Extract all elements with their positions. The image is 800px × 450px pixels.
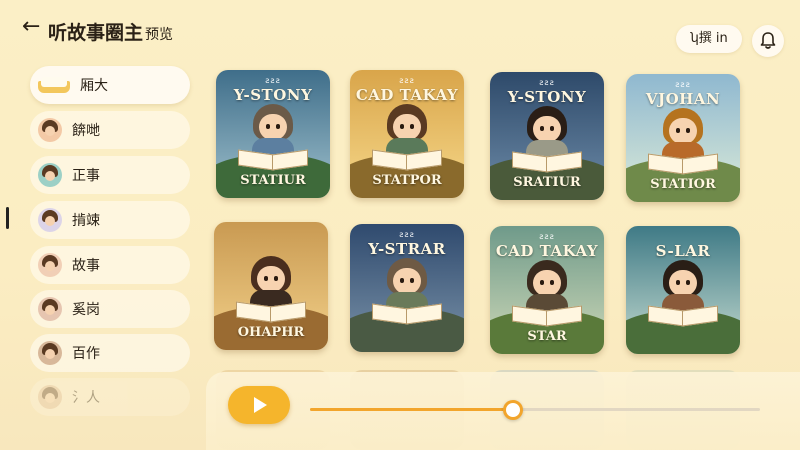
story-card[interactable]: ƨƨƨ CAD TAKAY STAR	[490, 226, 604, 354]
child-face	[533, 270, 561, 296]
avatar	[38, 208, 62, 232]
avatar	[38, 118, 62, 142]
sidebar-item-label: 百作	[72, 346, 100, 362]
card-subtitle: ƨƨƨ	[675, 80, 691, 89]
child-face	[669, 118, 697, 144]
avatar	[38, 341, 62, 365]
card-title: Y-STRAR	[368, 240, 446, 258]
card-subtitle: ƨƨƨ	[265, 76, 281, 85]
bell-icon	[760, 32, 776, 49]
open-book-icon	[236, 300, 306, 320]
card-title: Y-STONY	[507, 88, 587, 106]
card-title: VJOHAN	[645, 90, 721, 108]
card-caption: STAR	[527, 329, 567, 344]
card-subtitle: ƨƨƨ	[539, 78, 555, 87]
child-face	[257, 266, 285, 292]
sidebar-item-5[interactable]: 奚岗	[30, 290, 190, 328]
avatar	[38, 163, 62, 187]
sidebar-item-label: 餴哋	[72, 123, 100, 139]
sidebar-item-label: 故事	[72, 258, 100, 274]
sidebar-item-0[interactable]: 厢大	[30, 66, 190, 104]
story-card[interactable]: ƨƨƨ CAD TAKAY STATPOR	[350, 70, 464, 198]
card-caption: STATPOR	[372, 173, 442, 188]
open-book-icon	[238, 148, 308, 168]
open-book-icon	[648, 152, 718, 172]
page-title: 听故事圈主 预览	[48, 18, 173, 45]
open-book-icon	[512, 150, 582, 170]
open-book-icon	[512, 304, 582, 324]
play-button[interactable]	[228, 386, 290, 424]
sidebar: 厢大 餴哋 正事 掯竦 故事 奚岗 百作 氵人	[0, 60, 200, 450]
arrow-left-icon[interactable]: ←	[22, 16, 44, 38]
sidebar-item-label: 氵人	[72, 390, 100, 406]
child-face	[393, 268, 421, 294]
progress-fill	[310, 408, 513, 411]
sidebar-item-label: 厢大	[80, 78, 108, 94]
header: ← 听故事圈主 预览 ʮ撰 in	[0, 0, 800, 60]
story-card[interactable]: S-LAR	[626, 226, 740, 354]
card-title: S-LAR	[655, 242, 711, 260]
open-book-icon	[372, 302, 442, 322]
open-book-icon	[372, 148, 442, 168]
sidebar-item-1[interactable]: 餴哋	[30, 111, 190, 149]
sidebar-item-2[interactable]: 正事	[30, 156, 190, 194]
sidebar-item-6[interactable]: 百作	[30, 334, 190, 372]
book-icon	[38, 73, 70, 97]
sidebar-item-label: 正事	[72, 168, 100, 184]
story-card[interactable]: ƨƨƨ VJOHAN STATIOR	[626, 74, 740, 202]
card-subtitle: ƨƨƨ	[399, 230, 415, 239]
avatar	[38, 385, 62, 409]
avatar	[38, 297, 62, 321]
progress-thumb[interactable]	[502, 400, 523, 420]
sidebar-item-label: 掯竦	[72, 213, 100, 229]
page-title-suffix: 预览	[145, 27, 174, 43]
sidebar-item-4[interactable]: 故事	[30, 246, 190, 284]
card-title: Y-STONY	[233, 86, 313, 104]
child-face	[393, 114, 421, 140]
card-title: CAD TAKAY	[495, 242, 599, 260]
language-button[interactable]: ʮ撰 in	[676, 25, 742, 53]
card-caption: STATIOR	[650, 177, 716, 192]
card-caption: OHAPHR	[237, 325, 305, 340]
child-face	[669, 270, 697, 296]
card-caption: SRATIUR	[513, 175, 581, 190]
avatar	[38, 253, 62, 277]
sidebar-item-3[interactable]: 掯竦	[30, 201, 190, 239]
progress-slider[interactable]	[310, 400, 760, 420]
card-caption: STATIUR	[240, 173, 306, 188]
scroll-indicator	[6, 207, 9, 229]
child-face	[533, 116, 561, 142]
open-book-icon	[648, 304, 718, 324]
notification-button[interactable]	[752, 25, 784, 57]
sidebar-item-label: 奚岗	[72, 302, 100, 318]
card-subtitle: ƨƨƨ	[539, 232, 555, 241]
story-card[interactable]: ƨƨƨ Y-STONY SRATIUR	[490, 72, 604, 200]
sidebar-item-7[interactable]: 氵人	[30, 378, 190, 416]
page-title-text: 听故事圈主	[48, 22, 144, 44]
card-subtitle: ƨƨƨ	[399, 76, 415, 85]
card-title: CAD TAKAY	[355, 86, 459, 104]
child-face	[259, 114, 287, 140]
story-card[interactable]: OHAPHR	[214, 222, 328, 350]
story-card[interactable]: ƨƨƨ Y-STONY STATIUR	[216, 70, 330, 198]
story-card[interactable]: ƨƨƨ Y-STRAR	[350, 224, 464, 352]
